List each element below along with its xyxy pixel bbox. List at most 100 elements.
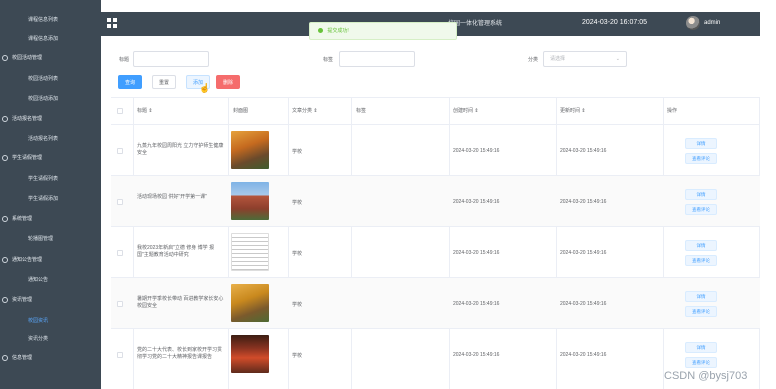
row-category: 学校 (292, 353, 303, 359)
clock-readout: 2024-03-20 16:07:05 (582, 19, 647, 26)
sidebar-item-label: 学生请假添加 (28, 196, 59, 202)
review-button[interactable]: 查看评论 (685, 255, 717, 266)
sidebar-item-14[interactable]: 资讯管理 (0, 294, 101, 306)
menu-group-icon (2, 54, 8, 61)
row-checkbox[interactable] (117, 148, 123, 154)
filter-tag-input[interactable] (339, 51, 415, 67)
sidebar-item-11[interactable]: 轮播图管理 (0, 233, 101, 245)
app-window: 课程信息列表 课程信息添加校园活动管理 校园活动列表 校园活动添加活动报名管理活动报名… (0, 0, 776, 389)
filter-title-label: 标题 (119, 57, 130, 63)
sidebar-item-3[interactable]: 校园活动列表 (0, 73, 101, 85)
watermark: CSDN @bysj703 (664, 370, 748, 382)
sidebar-item-9[interactable]: 学生请假添加 (0, 193, 101, 205)
delete-button[interactable]: 删除 (216, 75, 240, 89)
sidebar-item-label: 活动报名列表 (28, 136, 59, 142)
data-table: 标题 ⇕ 封面图 文章分类 ⇕ 标签 创建时间 ⇕ 更新时间 ⇕ 操作 九蒸九年… (111, 97, 760, 389)
row-title: 暑期开学季校长带动 百进教学家长安心校园安全 (137, 296, 224, 309)
sidebar-item-5[interactable]: 活动报名管理 (0, 113, 101, 125)
sidebar-item-7[interactable]: 学生请假管理 (0, 152, 101, 164)
menu-toggle-icon[interactable] (107, 18, 117, 28)
row-updated: 2024-03-20 15:49:16 (560, 352, 607, 358)
sidebar-item-label: 活动报名管理 (12, 116, 43, 122)
main-content: 标题 标签 分类 请选择 ⌄ 查询 重置 添加 删除 ☝ 标题 ⇕ 封面图 文章… (101, 36, 760, 389)
sidebar-item-label: 轮播图管理 (28, 236, 54, 242)
detail-button[interactable]: 详情 (685, 138, 717, 149)
header-created[interactable]: 创建时间 ⇕ (453, 98, 479, 124)
filter-tag-label: 标签 (323, 57, 334, 63)
sidebar-item-label: 课程信息添加 (28, 36, 59, 42)
sidebar-item-label: 学生请假管理 (12, 155, 43, 161)
sidebar-item-label: 通知公告 (28, 277, 49, 283)
header-category[interactable]: 文章分类 ⇕ (292, 98, 318, 124)
filter-category-select[interactable]: 请选择 ⌄ (543, 51, 627, 67)
detail-button[interactable]: 详情 (685, 291, 717, 302)
menu-group-icon (2, 296, 8, 303)
filter-title-input[interactable] (133, 51, 209, 67)
select-all-checkbox[interactable] (117, 108, 123, 114)
menu-group-icon (2, 115, 8, 122)
row-checkbox[interactable] (117, 250, 123, 256)
header-title[interactable]: 标题 ⇕ (137, 98, 153, 124)
row-created: 2024-03-20 15:49:16 (453, 199, 500, 205)
sidebar-item-8[interactable]: 学生请假列表 (0, 173, 101, 185)
sidebar-item-label: 资讯分类 (28, 336, 49, 342)
sidebar-item-label: 信息管理 (12, 355, 33, 361)
row-category: 学校 (292, 149, 303, 155)
detail-button[interactable]: 详情 (685, 240, 717, 251)
cover-image (231, 335, 269, 373)
sidebar-item-10[interactable]: 系统管理 (0, 213, 101, 225)
sidebar-item-12[interactable]: 通知公告管理 (0, 254, 101, 266)
table-row[interactable]: 党的二十大代表、校长到家校开学习贯彻学习党的二十大精神报告课报告 学校 2024-0… (111, 328, 760, 379)
row-updated: 2024-03-20 15:49:16 (560, 250, 607, 256)
sidebar-item-1[interactable]: 课程信息添加 (0, 33, 101, 45)
reset-button[interactable]: 重置 (152, 75, 176, 89)
user-name[interactable]: admin (704, 20, 720, 26)
sidebar-item-label: 系统管理 (12, 216, 33, 222)
review-button[interactable]: 查看评论 (685, 153, 717, 164)
sidebar-item-6[interactable]: 活动报名列表 (0, 133, 101, 145)
table-row[interactable]: 我校2023年新启"立德 修身 博学 报国"主题教育活动中研究 学校 2024-03… (111, 226, 760, 277)
sidebar-item-0[interactable]: 课程信息列表 (0, 14, 101, 26)
header-cover: 封面图 (233, 108, 249, 114)
sidebar: 课程信息列表 课程信息添加校园活动管理 校园活动列表 校园活动添加活动报名管理活动报名… (0, 0, 101, 389)
row-checkbox[interactable] (117, 301, 123, 307)
chevron-down-icon: ⌄ (615, 56, 620, 62)
row-checkbox[interactable] (117, 199, 123, 205)
sidebar-item-13[interactable]: 通知公告 (0, 274, 101, 286)
pointer-cursor-icon: ☝ (199, 83, 211, 93)
row-created: 2024-03-20 15:49:16 (453, 352, 500, 358)
toast-message: 提交成功! (327, 28, 349, 34)
avatar[interactable] (686, 16, 700, 30)
table-row[interactable]: 活动现场校园 供好"开学第一课" 学校 2024-03-20 15:49:16 202… (111, 175, 760, 226)
success-toast: 提交成功! (309, 22, 457, 40)
review-button[interactable]: 查看评论 (685, 357, 717, 368)
sidebar-item-16[interactable]: 资讯分类 (0, 333, 101, 345)
query-button[interactable]: 查询 (118, 75, 142, 89)
row-category: 学校 (292, 200, 303, 206)
right-gutter (760, 0, 776, 389)
review-button[interactable]: 查看评论 (685, 204, 717, 215)
row-checkbox[interactable] (117, 352, 123, 358)
row-title: 我校2023年新启"立德 修身 博学 报国"主题教育活动中研究 (137, 245, 215, 258)
header-updated[interactable]: 更新时间 ⇕ (560, 98, 586, 124)
table-row[interactable]: 九蒸九年校园周阳光 立力守护师生健康安全 学校 2024-03-20 15:49:1… (111, 124, 760, 175)
menu-group-icon (2, 256, 8, 263)
cover-image (231, 131, 269, 169)
row-category: 学校 (292, 302, 303, 308)
row-created: 2024-03-20 15:49:16 (453, 301, 500, 307)
detail-button[interactable]: 详情 (685, 342, 717, 353)
sidebar-item-2[interactable]: 校园活动管理 (0, 52, 101, 64)
sidebar-item-15[interactable]: 校园资讯 (0, 315, 101, 327)
sidebar-item-17[interactable]: 信息管理 (0, 352, 101, 364)
row-updated: 2024-03-20 15:49:16 (560, 301, 607, 307)
row-updated: 2024-03-20 15:49:16 (560, 148, 607, 154)
row-category: 学校 (292, 251, 303, 257)
review-button[interactable]: 查看评论 (685, 306, 717, 317)
sidebar-item-4[interactable]: 校园活动添加 (0, 93, 101, 105)
row-created: 2024-03-20 15:49:16 (453, 250, 500, 256)
detail-button[interactable]: 详情 (685, 189, 717, 200)
table-row[interactable]: 暑期开学季校长带动 百进教学家长安心校园安全 学校 2024-03-20 15:49… (111, 277, 760, 328)
sidebar-item-label: 课程信息列表 (28, 17, 59, 23)
sidebar-item-label: 资讯管理 (12, 297, 33, 303)
menu-group-icon (2, 154, 8, 161)
